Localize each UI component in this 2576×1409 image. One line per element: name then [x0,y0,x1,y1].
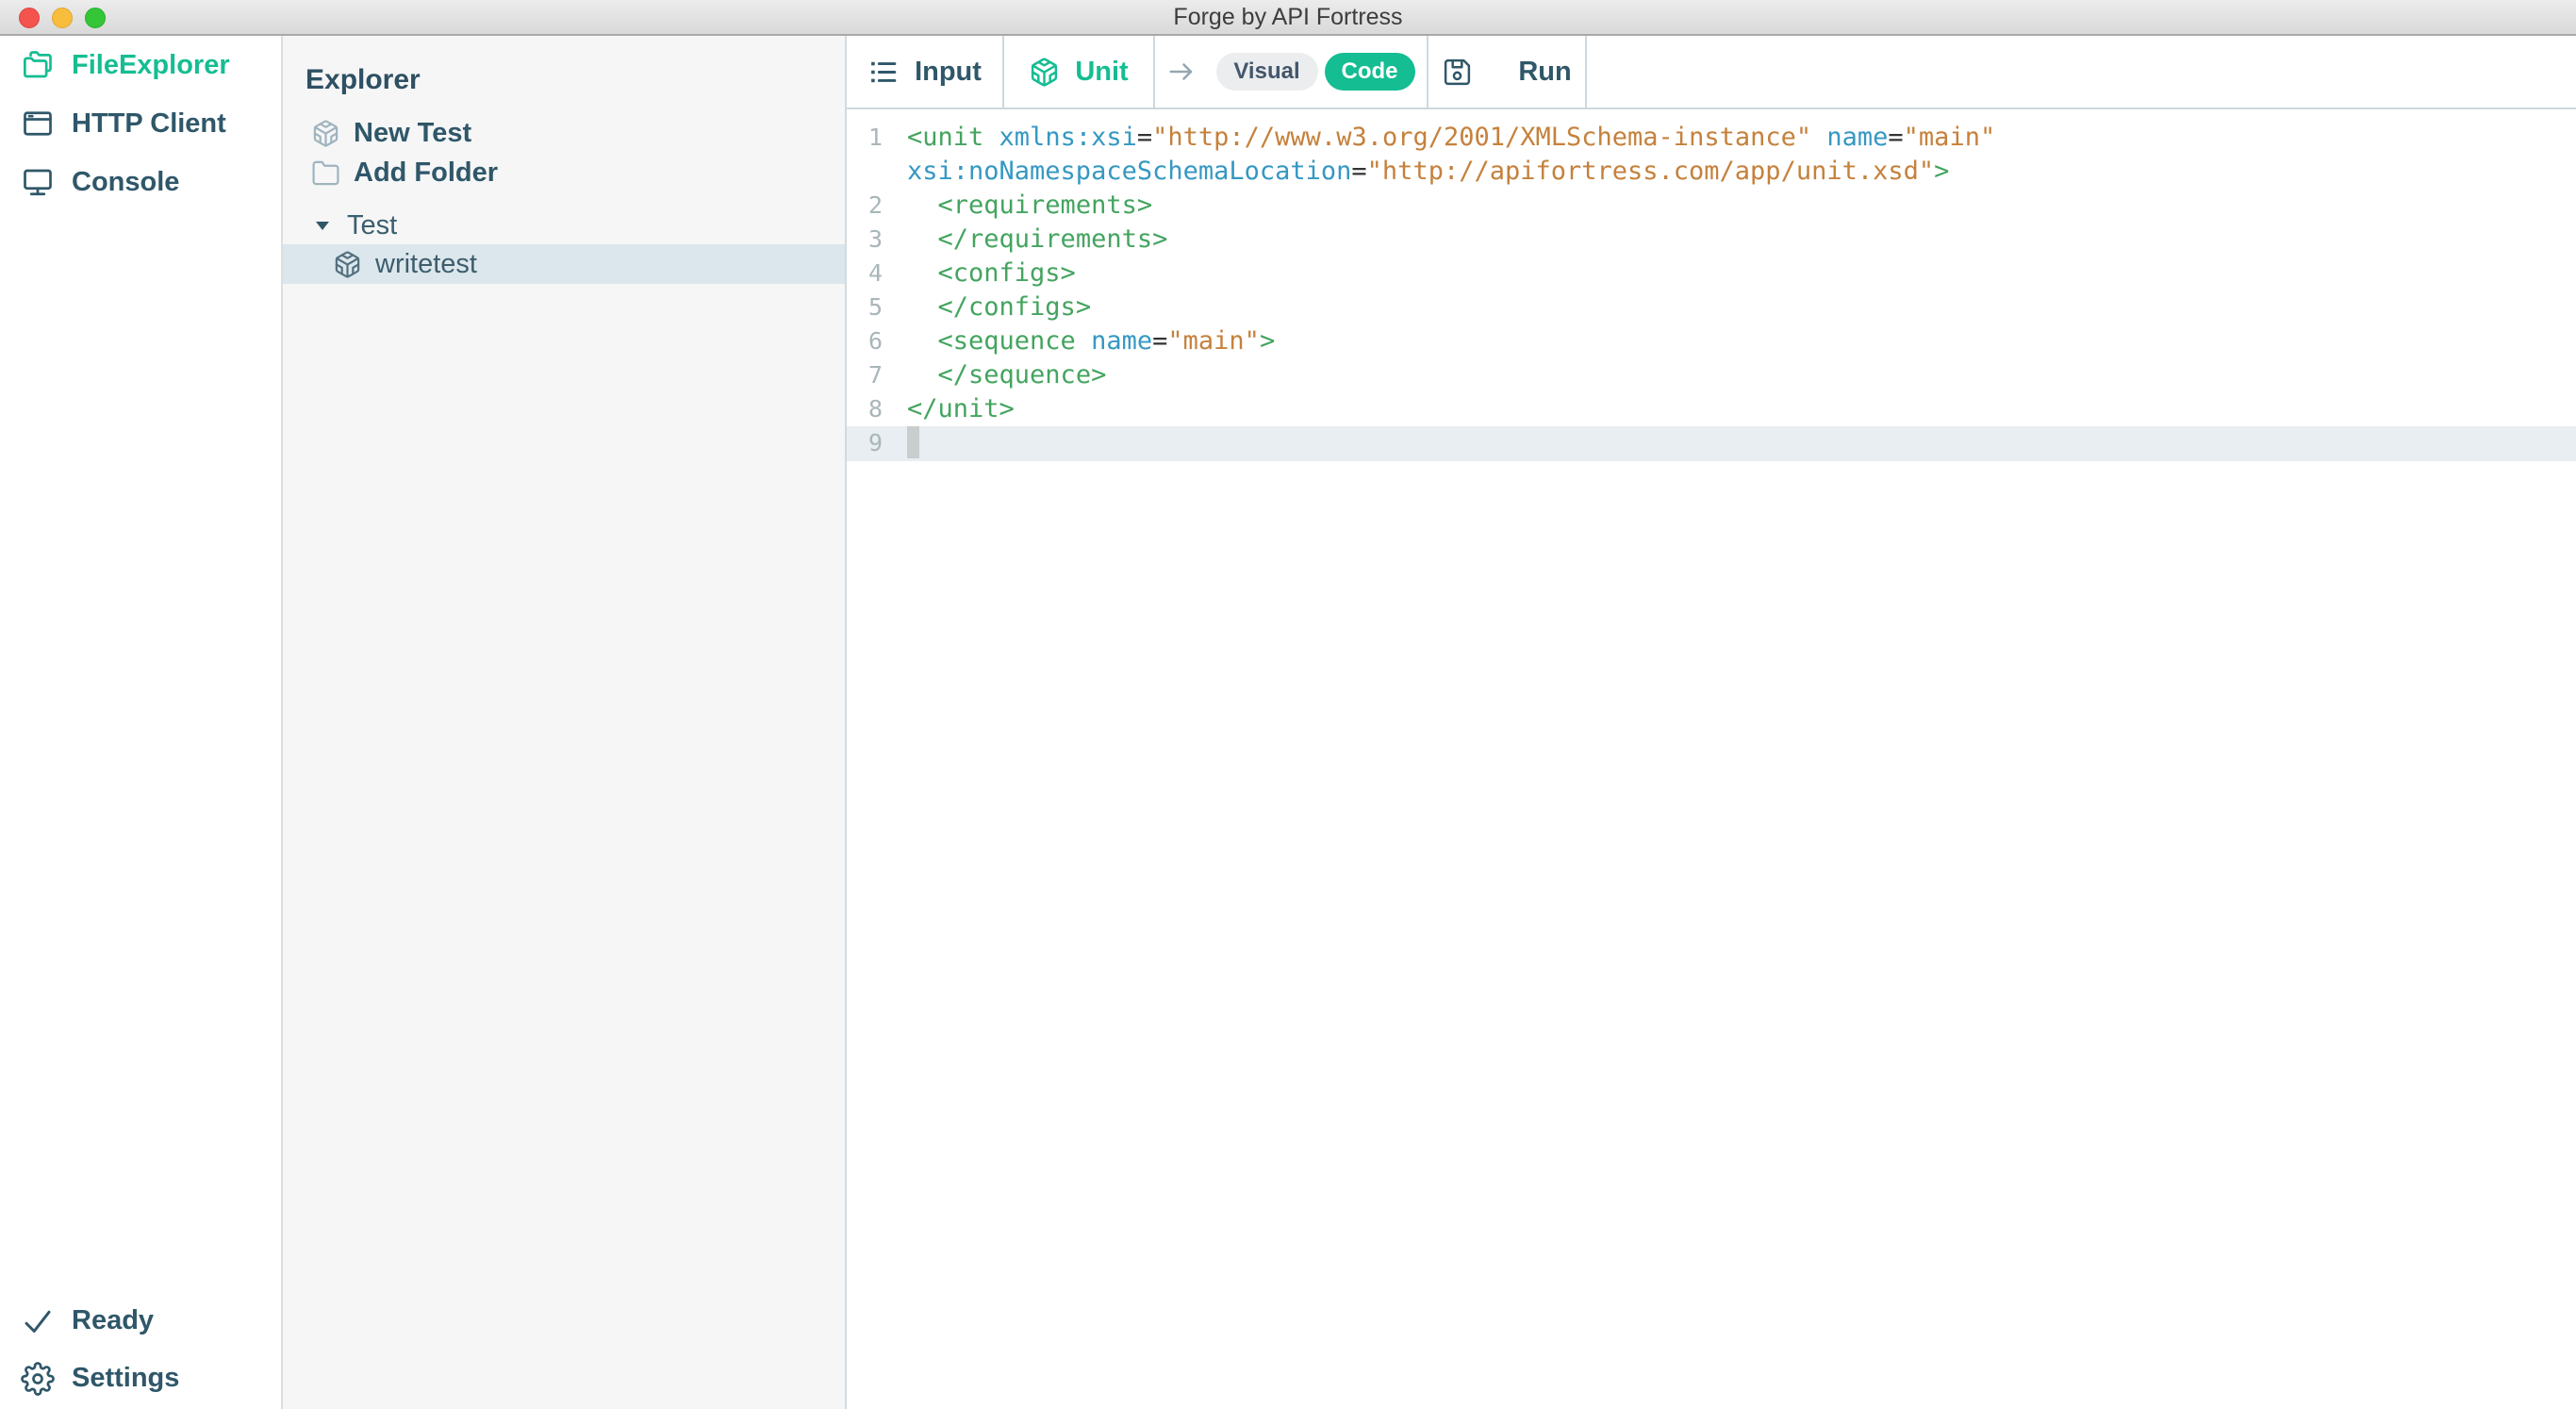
new-test-label: New Test [354,118,471,149]
add-folder-button[interactable]: Add Folder [283,153,845,192]
code-editor[interactable]: 1<unit xmlns:xsi="http://www.w3.org/2001… [847,109,2576,1409]
save-icon[interactable] [1442,57,1473,88]
explorer-panel: Explorer New Test Add Folder [283,36,847,1409]
browser-window-icon [21,107,55,141]
code-text[interactable]: <sequence name="main"> [907,324,2576,358]
sidebar-item-file-explorer[interactable]: FileExplorer [0,36,281,94]
code-line-6[interactable]: 6 <sequence name="main"> [847,324,2576,358]
input-tab[interactable]: Input [847,36,1004,108]
folders-icon [21,48,55,82]
file-tree: Test writetest [283,207,845,284]
tree-folder-test[interactable]: Test [283,207,845,244]
code-text[interactable]: <unit xmlns:xsi="http://www.w3.org/2001/… [907,121,2576,189]
line-number: 8 [847,392,907,426]
sidebar-nav: FileExplorer HTTP Client Console [0,36,281,211]
explorer-actions: New Test Add Folder [283,113,845,192]
code-line-5[interactable]: 5 </configs> [847,290,2576,324]
code-line-8[interactable]: 8</unit> [847,392,2576,426]
unit-cube-icon [333,250,362,279]
titlebar: Forge by API Fortress [0,0,2576,36]
explorer-panel-title: Explorer [305,62,845,98]
visual-toggle-button[interactable]: Visual [1216,53,1318,91]
code-line-9[interactable]: 9 [847,426,2576,461]
new-test-button[interactable]: New Test [283,113,845,153]
code-line-3[interactable]: 3 </requirements> [847,223,2576,257]
unit-cube-icon [1029,57,1060,88]
unit-tab[interactable]: Unit [1004,36,1155,108]
add-folder-label: Add Folder [354,157,498,189]
code-text[interactable]: </configs> [907,290,2576,324]
code-toggle-label: Code [1342,58,1398,85]
arrow-right-icon [1167,58,1196,86]
line-number: 9 [847,426,907,461]
window-controls [19,8,106,28]
line-number: 3 [847,223,907,257]
list-icon [867,57,899,88]
code-text[interactable]: <configs> [907,257,2576,290]
editor-area: Input Unit Visual [847,36,2576,1409]
monitor-icon [21,165,55,199]
run-button-label: Run [1518,57,1571,88]
tree-folder-label: Test [347,210,397,241]
code-line-4[interactable]: 4 <configs> [847,257,2576,290]
code-text[interactable]: <requirements> [907,189,2576,223]
line-number: 5 [847,290,907,324]
tree-item-label: writetest [375,249,477,280]
minimize-button[interactable] [52,8,73,28]
code-line-2[interactable]: 2 <requirements> [847,189,2576,223]
window-title: Forge by API Fortress [1173,4,1402,31]
code-line-1[interactable]: 1<unit xmlns:xsi="http://www.w3.org/2001… [847,121,2576,189]
sidebar: FileExplorer HTTP Client Console [0,36,283,1409]
zoom-button[interactable] [85,8,106,28]
view-toggle: Visual Code [1155,36,1428,108]
code-lines: 1<unit xmlns:xsi="http://www.w3.org/2001… [847,121,2576,461]
sidebar-item-label: HTTP Client [72,108,226,140]
check-icon [21,1304,55,1338]
code-text[interactable] [907,426,2576,461]
visual-toggle-label: Visual [1233,58,1299,85]
status-label: Ready [72,1305,154,1336]
folder-icon [311,158,340,188]
sidebar-item-label: Settings [72,1363,179,1394]
unit-cube-icon [311,119,340,148]
line-number: 6 [847,324,907,358]
text-cursor [907,426,919,458]
line-number: 4 [847,257,907,290]
sidebar-item-label: Console [72,167,179,198]
line-number: 7 [847,358,907,392]
run-button[interactable]: Run [1428,36,1587,108]
code-text[interactable]: </requirements> [907,223,2576,257]
line-number: 2 [847,189,907,223]
close-button[interactable] [19,8,40,28]
code-line-7[interactable]: 7 </sequence> [847,358,2576,392]
code-text[interactable]: </sequence> [907,358,2576,392]
line-number: 1 [847,121,907,189]
tree-item-writetest[interactable]: writetest [283,244,845,284]
status-ready[interactable]: Ready [0,1292,281,1350]
unit-tab-label: Unit [1075,57,1128,88]
code-toggle-button[interactable]: Code [1325,53,1415,91]
code-text[interactable]: </unit> [907,392,2576,426]
editor-toolbar: Input Unit Visual [847,36,2576,109]
app-body: FileExplorer HTTP Client Console [0,36,2576,1409]
sidebar-item-console[interactable]: Console [0,153,281,211]
sidebar-footer: Ready Settings [0,1292,281,1409]
input-tab-label: Input [915,57,982,88]
gear-icon [21,1362,55,1396]
caret-down-icon[interactable] [315,221,330,231]
sidebar-item-settings[interactable]: Settings [0,1350,281,1407]
sidebar-item-label: FileExplorer [72,50,230,81]
sidebar-item-http-client[interactable]: HTTP Client [0,94,281,153]
